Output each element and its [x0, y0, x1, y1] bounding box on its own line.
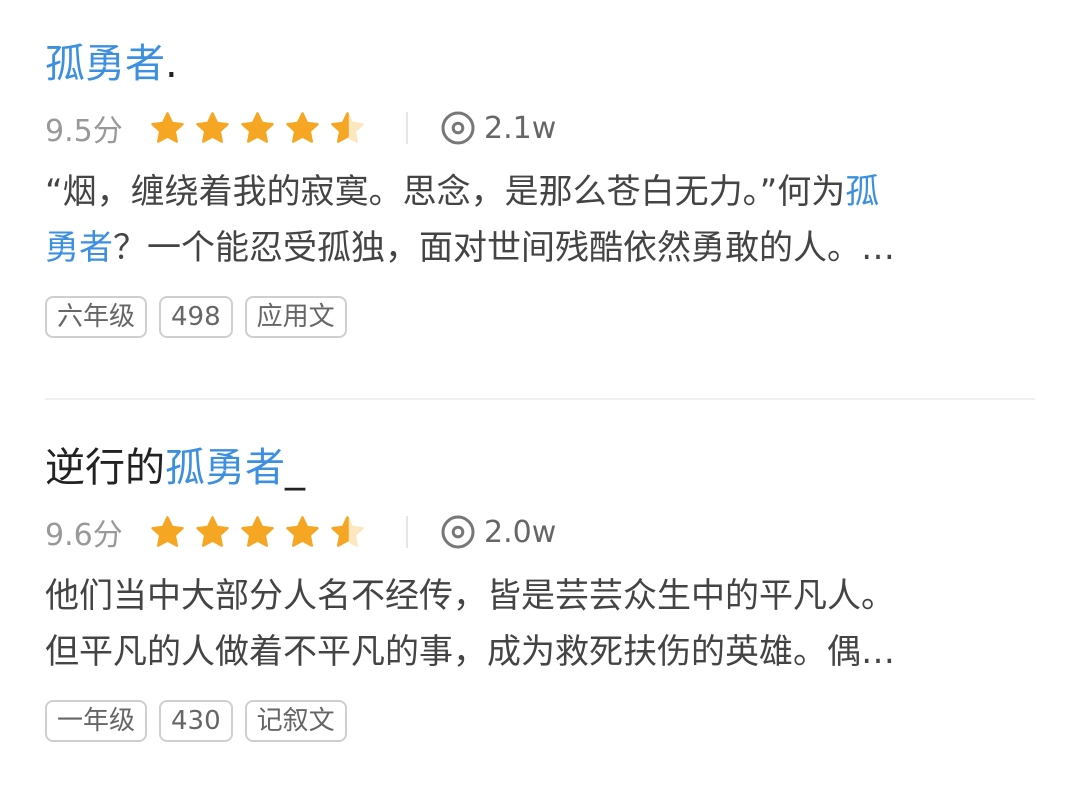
- essay-title[interactable]: 逆行的孤勇者_: [45, 440, 1035, 496]
- star-icon: [151, 111, 184, 143]
- star-icon: [196, 111, 229, 143]
- meta-divider: [406, 516, 408, 548]
- tag-word-count: 430: [159, 700, 233, 742]
- excerpt-text: ？一个能忍受孤独，面对世间残酷依然勇敢的人。…: [113, 228, 895, 268]
- title-suffix: .: [165, 41, 178, 87]
- star-icon: [241, 111, 274, 143]
- star-rating: [149, 514, 366, 551]
- tag-grade: 六年级: [45, 296, 148, 338]
- excerpt-highlight: 勇者: [45, 228, 113, 268]
- score: 9.5分: [45, 114, 123, 149]
- score: 9.6分: [45, 518, 123, 553]
- star-icon: [196, 515, 229, 547]
- essay-card[interactable]: 逆行的孤勇者_ 9.6分 2.0w 他们当中大部分人名不经传，皆是芸芸众生中的平…: [45, 440, 1035, 742]
- view-count: 2.1w: [484, 110, 557, 146]
- essay-card[interactable]: 孤勇者. 9.5分 2.1w “烟，缠绕着我的寂寞。思念，是那么苍白无力。”何为…: [45, 36, 1035, 338]
- excerpt-line: 他们当中大部分人名不经传，皆是芸芸众生中的平凡人。: [45, 568, 1035, 624]
- tag-list: 六年级 498 应用文: [45, 296, 1035, 338]
- view-count: 2.0w: [484, 514, 557, 550]
- title-suffix: _: [285, 445, 305, 491]
- star-rating: [149, 110, 366, 147]
- title-highlight: 孤勇者: [45, 41, 165, 87]
- tag-genre: 记叙文: [244, 700, 347, 742]
- excerpt-line: “烟，缠绕着我的寂寞。思念，是那么苍白无力。”何为孤: [45, 164, 1035, 220]
- star-icon: [151, 515, 184, 547]
- essay-excerpt[interactable]: 他们当中大部分人名不经传，皆是芸芸众生中的平凡人。 但平凡的人做着不平凡的事，成…: [45, 568, 1035, 680]
- essay-list: 孤勇者. 9.5分 2.1w “烟，缠绕着我的寂寞。思念，是那么苍白无力。”何为…: [0, 0, 1080, 798]
- half-star-icon: [331, 515, 364, 547]
- eye-icon: [441, 111, 475, 145]
- star-icon: [286, 111, 319, 143]
- essay-meta: 9.6分 2.0w: [45, 510, 1035, 554]
- tag-grade: 一年级: [45, 700, 148, 742]
- essay-title[interactable]: 孤勇者.: [45, 36, 1035, 92]
- essay-excerpt[interactable]: “烟，缠绕着我的寂寞。思念，是那么苍白无力。”何为孤 勇者？一个能忍受孤独，面对…: [45, 164, 1035, 276]
- tag-word-count: 498: [159, 296, 233, 338]
- excerpt-line: 但平凡的人做着不平凡的事，成为救死扶伤的英雄。偶…: [45, 624, 1035, 680]
- excerpt-line: 勇者？一个能忍受孤独，面对世间残酷依然勇敢的人。…: [45, 220, 1035, 276]
- star-icon: [241, 515, 274, 547]
- eye-icon: [441, 515, 475, 549]
- star-icon: [286, 515, 319, 547]
- excerpt-text: 但平凡的人做着不平凡的事，成为救死扶伤的英雄。偶…: [45, 632, 895, 672]
- title-prefix: 逆行的: [45, 445, 165, 491]
- essay-meta: 9.5分 2.1w: [45, 106, 1035, 150]
- tag-genre: 应用文: [244, 296, 347, 338]
- excerpt-highlight: 孤: [845, 172, 880, 212]
- meta-divider: [406, 112, 408, 144]
- card-divider: [45, 398, 1035, 400]
- half-star-icon: [331, 111, 364, 143]
- tag-list: 一年级 430 记叙文: [45, 700, 1035, 742]
- excerpt-text: 他们当中大部分人名不经传，皆是芸芸众生中的平凡人。: [45, 576, 895, 616]
- excerpt-text: “烟，缠绕着我的寂寞。思念，是那么苍白无力。”何为: [45, 172, 846, 212]
- title-highlight: 孤勇者: [165, 445, 285, 491]
